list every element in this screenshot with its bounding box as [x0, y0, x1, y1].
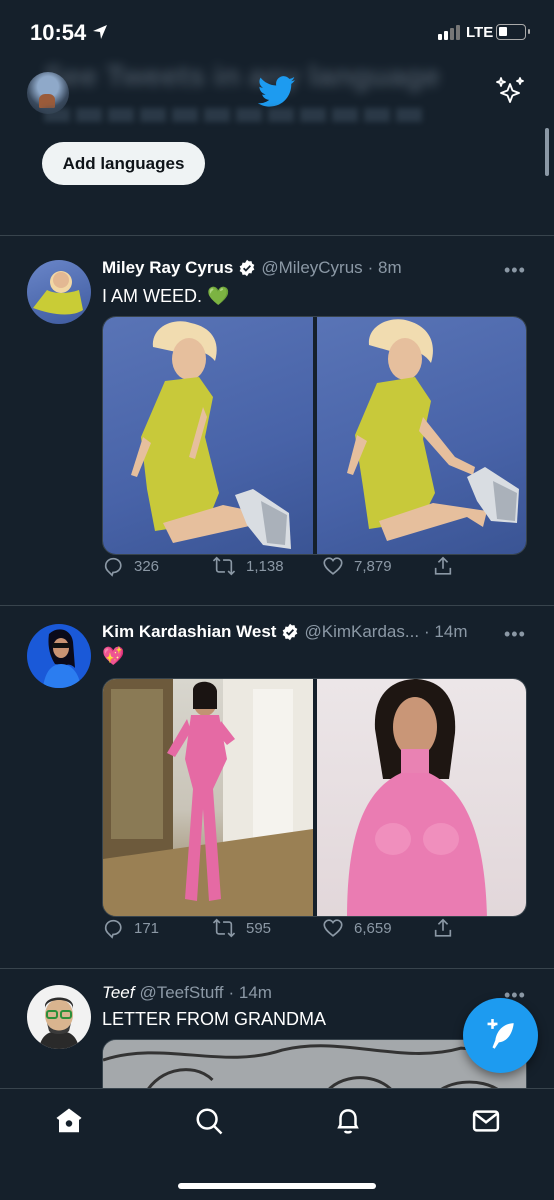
battery-icon [496, 24, 530, 40]
tweet[interactable]: Kim Kardashian West @KimKardas... · 14m … [0, 606, 554, 968]
tweet-text: LETTER FROM GRANDMA [102, 1009, 327, 1029]
retweet-count: 1,138 [246, 557, 284, 575]
compose-feather-icon [487, 1018, 514, 1049]
bell-icon [337, 1109, 359, 1134]
tweet-media[interactable] [102, 316, 527, 555]
author-handle[interactable]: @MileyCyrus [261, 258, 362, 278]
reply-count: 326 [134, 557, 160, 575]
reply-button[interactable]: 326 [102, 555, 159, 577]
tweet-photo[interactable] [103, 317, 313, 554]
like-button[interactable]: 6,659 [322, 917, 392, 939]
verified-badge-icon [238, 259, 256, 277]
tweet-time: · 14m [424, 622, 468, 641]
tweet-media[interactable] [102, 678, 527, 917]
tweet-text: 💖 [102, 646, 125, 666]
reply-icon [104, 919, 122, 939]
tweet-avatar[interactable] [27, 260, 91, 324]
heart-icon [323, 919, 343, 937]
verified-badge-icon [281, 623, 299, 641]
location-arrow-icon [92, 24, 108, 45]
home-indicator[interactable] [178, 1183, 376, 1189]
tweet-photo[interactable] [316, 317, 526, 554]
more-options-icon[interactable]: ••• [504, 260, 526, 281]
retweet-icon [212, 918, 236, 938]
tweet-photo[interactable] [103, 679, 313, 916]
retweet-count: 595 [246, 919, 272, 937]
scrollbar[interactable] [545, 128, 549, 176]
retweet-button[interactable]: 595 [212, 917, 271, 939]
add-languages-button[interactable]: Add languages [42, 142, 205, 185]
compose-tweet-button[interactable] [463, 998, 538, 1073]
tweet-photo[interactable] [316, 679, 526, 916]
notifications-tab[interactable] [333, 1106, 363, 1141]
language-banner-title: See Tweets in any language [44, 60, 441, 93]
author-name[interactable]: Miley Ray Cyrus [102, 258, 233, 278]
retweet-icon [212, 556, 236, 576]
tweet-time: · 8m [367, 258, 402, 277]
reply-button[interactable]: 171 [102, 917, 159, 939]
tweet-avatar[interactable] [27, 624, 91, 688]
author-name[interactable]: Teef [102, 983, 134, 1003]
author-name[interactable]: Kim Kardashian West [102, 622, 276, 642]
sparkle-icon[interactable] [494, 76, 526, 113]
like-button[interactable]: 7,879 [322, 555, 392, 577]
tweet-header: Miley Ray Cyrus @MileyCyrus · 8m [102, 258, 402, 278]
reply-count: 171 [134, 919, 160, 937]
tweet-avatar[interactable] [27, 985, 91, 1049]
share-button[interactable] [432, 555, 454, 577]
author-handle[interactable]: @KimKardas... [304, 622, 419, 642]
home-icon [56, 1108, 82, 1133]
signal-icon [438, 25, 460, 40]
tweet[interactable]: Miley Ray Cyrus @MileyCyrus · 8m ••• I A… [0, 236, 554, 605]
more-options-icon[interactable]: ••• [504, 624, 526, 645]
heart-icon [323, 557, 343, 575]
share-icon [434, 556, 452, 575]
mail-icon [472, 1110, 500, 1132]
status-time: 10:54 [30, 20, 87, 45]
author-handle[interactable]: @TeefStuff [139, 983, 223, 1003]
language-banner-subtitle [44, 108, 424, 122]
retweet-button[interactable]: 1,138 [212, 555, 284, 577]
share-button[interactable] [432, 917, 454, 939]
home-tab[interactable] [54, 1106, 84, 1141]
reply-icon [104, 557, 122, 577]
search-icon [196, 1108, 223, 1135]
like-count: 6,659 [354, 919, 392, 937]
network-label: LTE [466, 24, 494, 41]
tweet-header: Kim Kardashian West @KimKardas... · 14m [102, 622, 468, 642]
like-count: 7,879 [354, 557, 392, 575]
tweet-text: I AM WEED. 💚 [102, 286, 230, 306]
tweet-time: · 14m [228, 983, 272, 1002]
messages-tab[interactable] [471, 1106, 501, 1141]
tweet-header: Teef @TeefStuff · 14m [102, 983, 272, 1003]
search-tab[interactable] [194, 1106, 224, 1141]
share-icon [434, 918, 452, 937]
